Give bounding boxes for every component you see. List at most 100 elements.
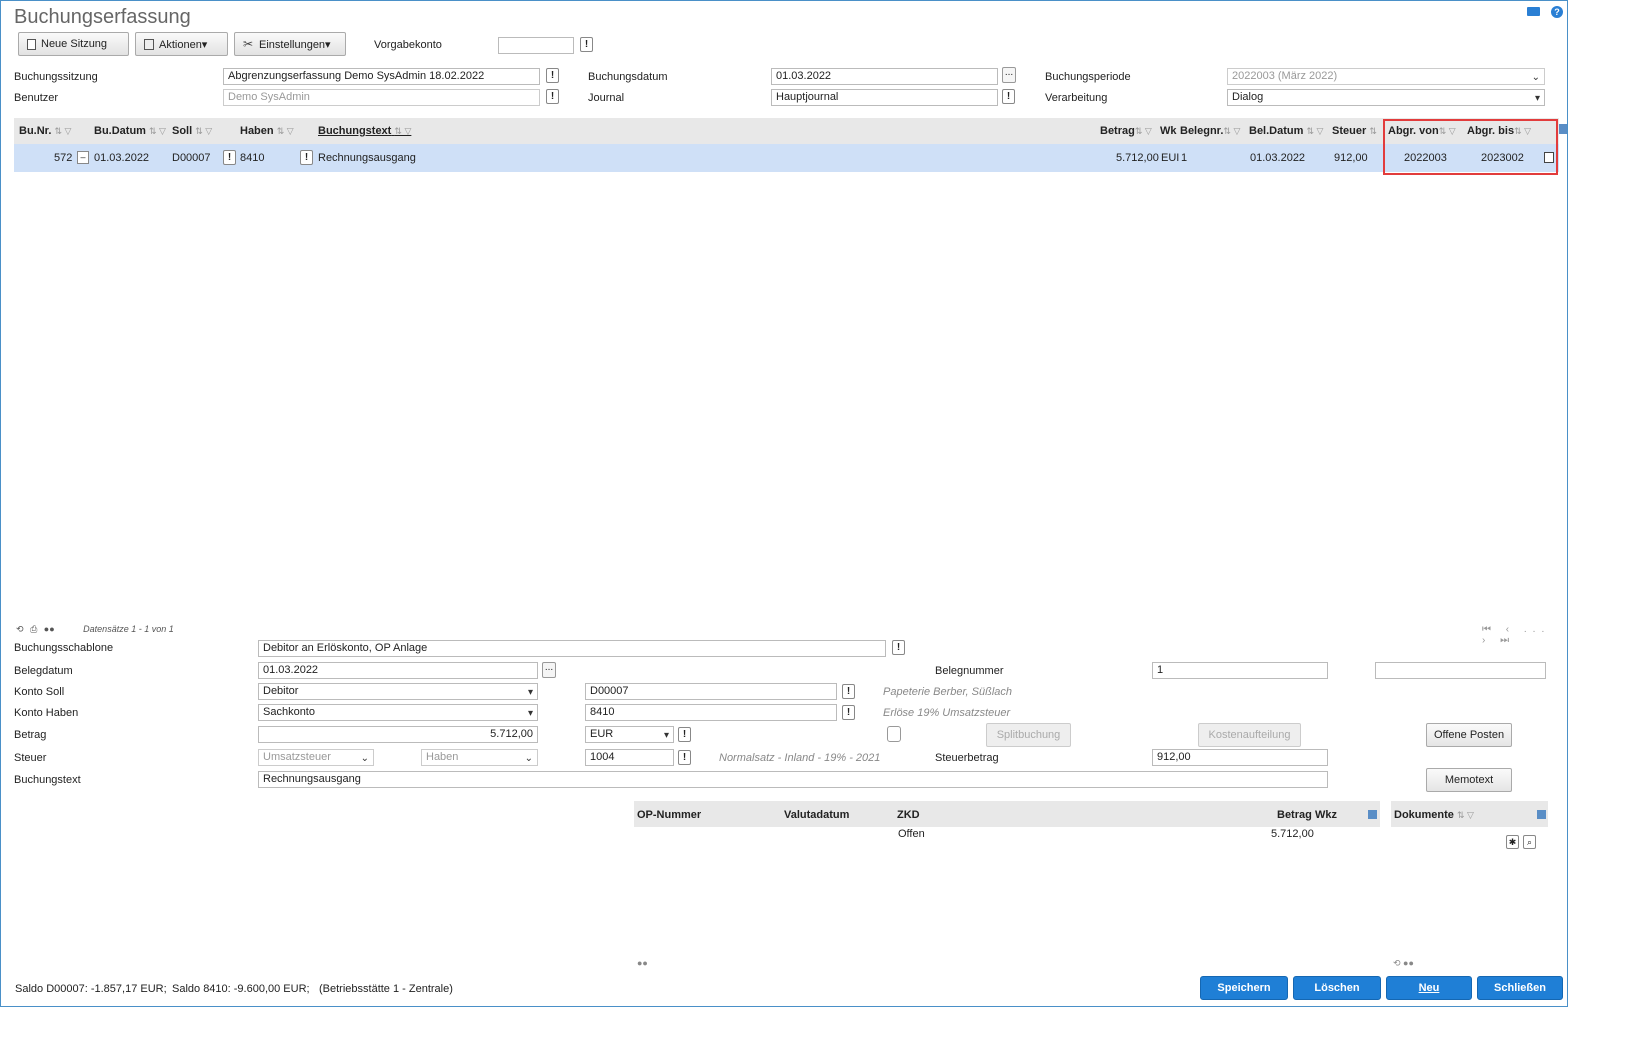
konto-soll-label: Konto Soll — [14, 686, 65, 698]
waehrung-lookup-button[interactable]: ! — [678, 727, 691, 742]
col-dokumente[interactable]: Dokumente ⇅ ▽ — [1394, 809, 1474, 821]
buchungsperiode-select[interactable]: 2022003 (März 2022) ⌄ — [1227, 68, 1545, 85]
steuer-side-select[interactable]: Haben ⌄ — [421, 749, 538, 766]
soll-lookup-button[interactable]: ! — [223, 150, 236, 165]
journal-input[interactable]: Hauptjournal — [771, 89, 998, 106]
col-zkd[interactable]: ZKD — [897, 809, 920, 821]
row-expand-button[interactable]: – — [77, 151, 89, 164]
sort-filter-icon[interactable]: ⇅ ▽ — [1306, 126, 1323, 136]
buchungstext-input[interactable]: Rechnungsausgang — [258, 771, 1328, 788]
delete-button[interactable]: Löschen — [1293, 976, 1381, 1000]
col-bunr[interactable]: Bu.Nr. ⇅ ▽ — [19, 125, 71, 137]
more-icon[interactable]: ●● — [44, 624, 55, 634]
konto-haben-input[interactable]: 8410 — [585, 704, 837, 721]
col-valutadatum[interactable]: Valutadatum — [784, 809, 849, 821]
cell-wkz: EUI — [1161, 152, 1180, 164]
haben-lookup-button[interactable]: ! — [300, 150, 313, 165]
print-icon[interactable]: ⎙ — [30, 624, 37, 634]
save-button[interactable]: Speichern — [1200, 976, 1288, 1000]
mail-icon[interactable] — [1527, 7, 1540, 16]
memotext-button[interactable]: Memotext — [1426, 768, 1512, 792]
journal-lookup-button[interactable]: ! — [1002, 89, 1015, 104]
column-chooser-icon[interactable] — [1368, 810, 1377, 819]
refresh-icon[interactable]: ⟲ — [16, 624, 24, 634]
more-icon[interactable]: ●● — [637, 958, 648, 968]
col-beldatum[interactable]: Bel.Datum ⇅ ▽ — [1249, 125, 1323, 137]
col-op-wkz[interactable]: Wkz — [1315, 809, 1337, 821]
refresh-more-icon[interactable]: ⟲ ●● — [1393, 958, 1414, 969]
splitbuchung-button[interactable]: Splitbuchung — [986, 723, 1071, 747]
new-session-button[interactable]: Neue Sitzung — [18, 32, 129, 56]
steuer-type-select[interactable]: Umsatzsteuer ⌄ — [258, 749, 374, 766]
schablone-lookup-button[interactable]: ! — [892, 640, 905, 655]
konto-soll-input[interactable]: D00007 — [585, 683, 837, 700]
steuer-code-input[interactable]: 1004 — [585, 749, 674, 766]
col-buchungstext-label: Buchungstext — [318, 125, 392, 137]
split-checkbox[interactable] — [887, 726, 901, 742]
sort-filter-icon[interactable]: ⇅ ▽ — [277, 126, 294, 136]
benutzer-lookup-button[interactable]: ! — [546, 89, 559, 104]
col-op-nummer[interactable]: OP-Nummer — [637, 809, 701, 821]
close-button[interactable]: Schließen — [1477, 976, 1563, 1000]
sort-filter-icon[interactable]: ⇅ ▽ — [1135, 126, 1152, 136]
sort-filter-icon[interactable]: ⇅ ▽ — [149, 126, 166, 136]
verarbeitung-select[interactable]: Dialog ▾ — [1227, 89, 1545, 106]
col-steuer[interactable]: Steuer ⇅ — [1332, 125, 1377, 137]
chevron-down-icon: ▾ — [663, 730, 669, 741]
waehrung-select[interactable]: EUR ▾ — [585, 726, 674, 743]
col-haben[interactable]: Haben ⇅ ▽ — [240, 125, 294, 137]
actions-menu-button[interactable]: Aktionen▾ — [135, 32, 228, 56]
column-chooser-icon[interactable] — [1537, 810, 1546, 819]
col-betrag[interactable]: Betrag⇅ ▽ — [1100, 125, 1152, 137]
sort-filter-icon[interactable]: ⇅ ▽ — [1457, 810, 1474, 820]
schablone-input[interactable]: Debitor an Erlöskonto, OP Anlage — [258, 640, 886, 657]
search-icon[interactable]: ⌕ — [1523, 835, 1536, 849]
col-haben-label: Haben — [240, 125, 274, 137]
op-table-row[interactable]: Offen 5.712,00 — [634, 827, 1380, 845]
chevron-down-icon: ⌄ — [360, 753, 369, 764]
waehrung-value: EUR — [590, 728, 614, 740]
steuer-code-lookup-button[interactable]: ! — [678, 750, 691, 765]
col-soll[interactable]: Soll ⇅ ▽ — [172, 125, 212, 137]
buchungssitzung-lookup-button[interactable]: ! — [546, 68, 559, 83]
konto-haben-type-select[interactable]: Sachkonto ▾ — [258, 704, 538, 721]
benutzer-input[interactable]: Demo SysAdmin — [223, 89, 540, 106]
buchungsdatum-input[interactable]: 01.03.2022 — [771, 68, 998, 85]
belegdatum-input[interactable]: 01.03.2022 — [258, 662, 538, 679]
sort-filter-icon[interactable]: ⇅ ▽ — [195, 126, 212, 136]
pin-icon[interactable]: ✱ — [1506, 835, 1519, 849]
new-button[interactable]: Neu — [1386, 976, 1472, 1000]
steuerbetrag-input[interactable]: 912,00 — [1152, 749, 1328, 766]
kostenaufteilung-button[interactable]: Kostenaufteilung — [1198, 723, 1301, 747]
belegnummer-input[interactable]: 1 — [1152, 662, 1328, 679]
betrag-input[interactable]: 5.712,00 — [258, 726, 538, 743]
col-op-betrag[interactable]: Betrag — [1277, 809, 1312, 821]
help-icon[interactable]: ? — [1551, 6, 1563, 18]
col-belegnr[interactable]: Belegnr.⇅ ▽ — [1180, 125, 1240, 137]
buchungssitzung-input[interactable]: Abgrenzungserfassung Demo SysAdmin 18.02… — [223, 68, 540, 85]
sort-filter-icon[interactable]: ⇅ ▽ — [1223, 126, 1240, 136]
col-budatum[interactable]: Bu.Datum ⇅ ▽ — [94, 125, 166, 137]
belegnummer-extra-input[interactable] — [1375, 662, 1546, 679]
konto-soll-type-select[interactable]: Debitor ▾ — [258, 683, 538, 700]
sort-filter-icon[interactable]: ⇅ ▽ — [394, 126, 411, 136]
col-belegnr-label: Belegnr. — [1180, 125, 1224, 137]
konto-soll-lookup-button[interactable]: ! — [842, 684, 855, 699]
sort-icon[interactable]: ⇅ — [1369, 126, 1377, 136]
col-wkz[interactable]: Wk — [1160, 125, 1177, 137]
buchungsdatum-picker-button[interactable]: ... — [1002, 67, 1016, 83]
cell-budatum: 01.03.2022 — [94, 152, 150, 164]
document-icon — [27, 38, 36, 50]
col-buchungstext[interactable]: Buchungstext ⇅ ▽ — [318, 125, 411, 137]
belegnummer-label: Belegnummer — [935, 665, 1004, 677]
konto-haben-lookup-button[interactable]: ! — [842, 705, 855, 720]
column-chooser-icon[interactable] — [1559, 124, 1567, 134]
belegdatum-picker-button[interactable]: ... — [542, 662, 556, 678]
offene-posten-button[interactable]: Offene Posten — [1426, 723, 1512, 747]
pager-navigation[interactable]: ⏮ ‹ ... › ⏭ — [1482, 624, 1568, 646]
table-row[interactable]: 572 – 01.03.2022 D00007 ! 8410 ! Rechnun… — [14, 144, 1559, 172]
vorgabekonto-input[interactable] — [498, 37, 574, 54]
settings-menu-button[interactable]: ✂ Einstellungen▾ — [234, 32, 346, 56]
sort-filter-icon[interactable]: ⇅ ▽ — [54, 126, 71, 136]
vorgabekonto-lookup-button[interactable]: ! — [580, 37, 593, 52]
